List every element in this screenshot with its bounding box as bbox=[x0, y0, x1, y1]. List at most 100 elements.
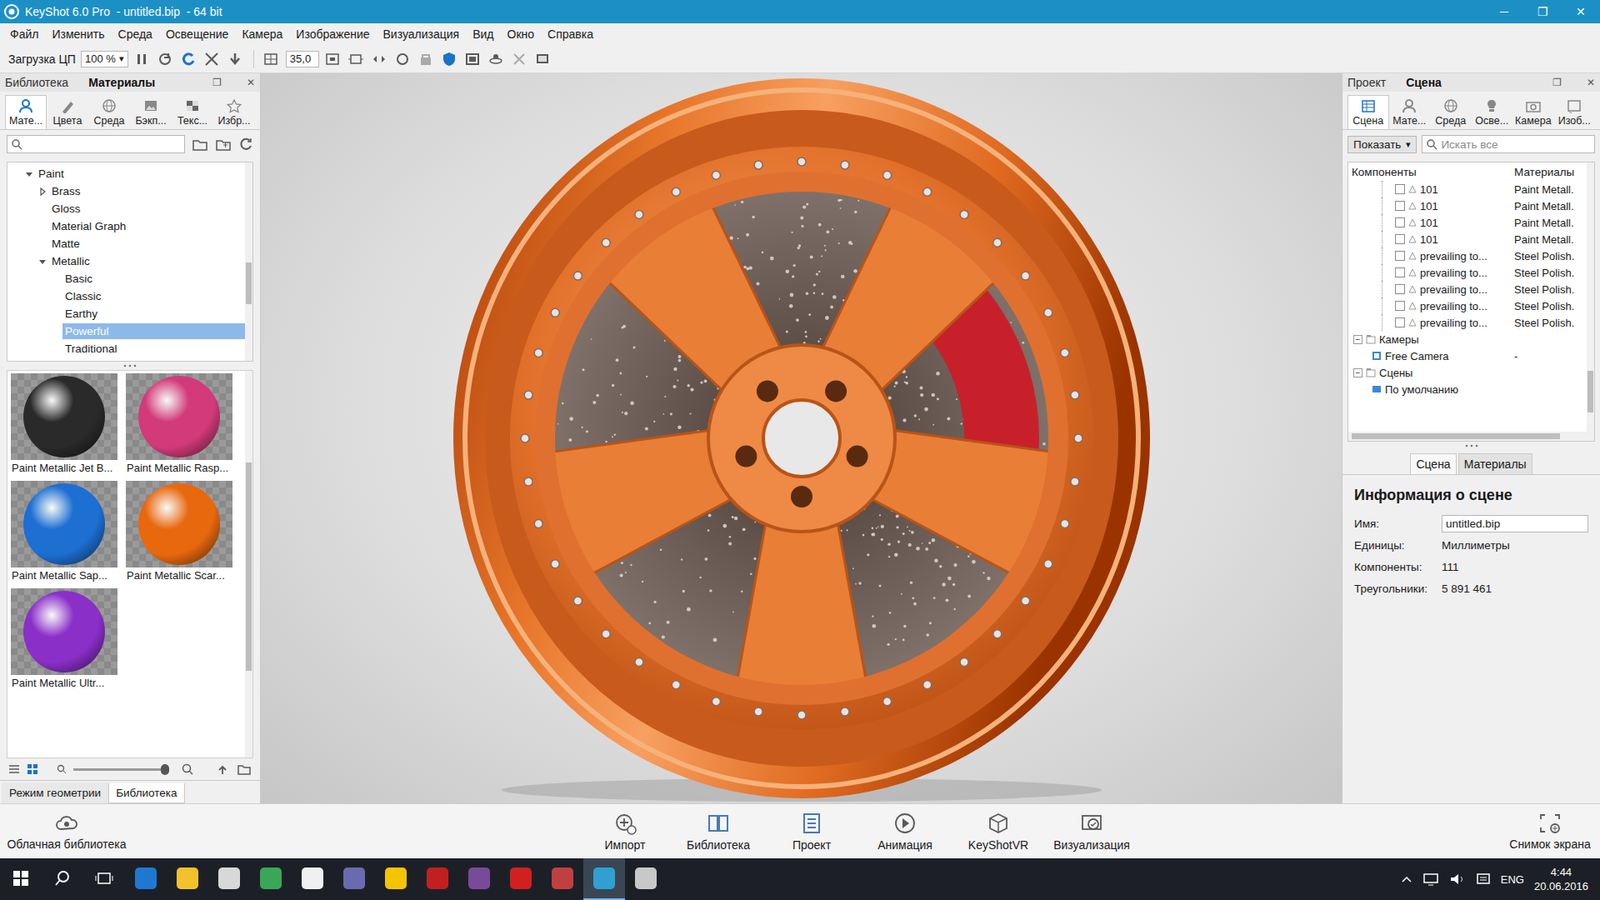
scene-row[interactable]: −Камеры bbox=[1348, 330, 1587, 348]
icon-tab[interactable]: Сцена bbox=[1347, 95, 1390, 130]
menu-item[interactable]: Изображение bbox=[289, 27, 376, 41]
window-minimize-button[interactable]: ─ bbox=[1485, 0, 1524, 24]
icon-tab[interactable]: Бэкп... bbox=[130, 95, 172, 130]
library-search[interactable] bbox=[6, 135, 185, 154]
tree-item[interactable]: Classic bbox=[7, 287, 245, 305]
column-header[interactable]: Компоненты bbox=[1348, 165, 1511, 179]
bottom-button[interactable]: KeyShotVR bbox=[962, 811, 1035, 852]
scene-row[interactable]: 101Paint Metall. bbox=[1348, 180, 1587, 198]
scene-row[interactable]: 101Paint Metall. bbox=[1348, 214, 1587, 231]
tree-item[interactable]: Matte bbox=[7, 235, 245, 253]
material-card[interactable]: Paint Metallic Sap... bbox=[10, 480, 123, 585]
window-close-button[interactable]: ✕ bbox=[1561, 0, 1600, 24]
scene-tree-scrollbar[interactable] bbox=[1586, 162, 1595, 432]
tree-item[interactable]: Basic bbox=[7, 270, 245, 288]
scene-row[interactable]: prevailing to...Steel Polish. bbox=[1348, 247, 1587, 265]
scene-search[interactable]: Искать все bbox=[1421, 135, 1595, 154]
scene-row[interactable]: 101Paint Metall. bbox=[1348, 230, 1587, 248]
bottom-button[interactable]: Анимация bbox=[869, 811, 941, 852]
icon-tab[interactable]: Избр... bbox=[213, 95, 255, 130]
scene-tree-hscrollbar[interactable] bbox=[1348, 431, 1595, 441]
scene-row[interactable]: prevailing to...Steel Polish. bbox=[1348, 280, 1587, 298]
snapshot-button[interactable]: Снимок экрана bbox=[1500, 812, 1600, 851]
bottom-button[interactable]: Визуализация bbox=[1055, 811, 1128, 852]
cloud-library-button[interactable]: Облачная библиотека bbox=[0, 812, 134, 851]
menu-item[interactable]: Вид bbox=[465, 27, 500, 41]
taskbar-app[interactable] bbox=[125, 858, 167, 900]
visibility-checkbox[interactable] bbox=[1395, 284, 1405, 295]
scene-row[interactable]: prevailing to...Steel Polish. bbox=[1348, 264, 1587, 281]
show-dropdown[interactable]: Показать▾ bbox=[1347, 135, 1417, 154]
taskbar-app[interactable] bbox=[333, 858, 375, 900]
bottom-tab[interactable]: Режим геометрии bbox=[1, 782, 109, 804]
icon-tab[interactable]: Текс... bbox=[171, 95, 214, 130]
material-card[interactable]: Paint Metallic Ultr... bbox=[10, 588, 123, 693]
menu-item[interactable]: Визуализация bbox=[376, 27, 467, 41]
panel-close-button[interactable]: ✕ bbox=[1586, 76, 1595, 89]
task-view-button[interactable] bbox=[83, 858, 125, 900]
icon-tab[interactable]: Изоб... bbox=[1554, 95, 1596, 130]
material-card[interactable]: Paint Metallic Rasp... bbox=[125, 373, 238, 478]
tree-item[interactable]: Brass bbox=[7, 182, 245, 200]
tree-item[interactable]: Paint bbox=[7, 165, 245, 183]
icon-tab[interactable]: Среда bbox=[88, 95, 130, 130]
bottom-button[interactable]: Проект bbox=[775, 811, 848, 852]
scene-row[interactable]: 101Paint Metall. bbox=[1348, 197, 1587, 215]
panel-float-button[interactable]: ❐ bbox=[1552, 76, 1562, 89]
material-card[interactable]: Paint Metallic Scar... bbox=[125, 480, 238, 585]
menu-item[interactable]: Среда bbox=[111, 27, 160, 41]
scene-row[interactable]: По умолчанию bbox=[1348, 380, 1587, 398]
thumbnail-scrollbar[interactable] bbox=[245, 370, 253, 758]
taskbar-app[interactable] bbox=[166, 858, 209, 900]
tree-item[interactable]: Metallic bbox=[7, 252, 245, 270]
icon-tab[interactable]: Цвета bbox=[46, 95, 89, 130]
panel-tab[interactable]: Материалы bbox=[88, 75, 155, 90]
panel-close-button[interactable]: ✕ bbox=[246, 76, 255, 89]
taskbar-app[interactable] bbox=[541, 858, 584, 900]
tree-item[interactable]: Gloss bbox=[7, 200, 245, 218]
visibility-checkbox[interactable] bbox=[1395, 300, 1405, 311]
column-header[interactable]: Материалы bbox=[1510, 165, 1587, 179]
visibility-checkbox[interactable] bbox=[1395, 200, 1405, 211]
window-maximize-button[interactable]: ❐ bbox=[1523, 0, 1562, 24]
collapse-toggle[interactable]: − bbox=[1353, 335, 1363, 345]
collapse-toggle[interactable]: − bbox=[1353, 368, 1363, 378]
taskbar-app[interactable] bbox=[458, 858, 500, 900]
bottom-tab[interactable]: Библиотека bbox=[108, 783, 185, 804]
scene-subtab[interactable]: Материалы bbox=[1458, 453, 1533, 475]
taskbar-app[interactable] bbox=[625, 858, 667, 900]
tree-item[interactable]: Powerful bbox=[7, 322, 245, 340]
tree-item[interactable]: Material Graph bbox=[7, 217, 245, 235]
scene-row[interactable]: Free Camera- bbox=[1348, 347, 1587, 365]
panel-tab[interactable]: Сцена bbox=[1405, 75, 1442, 90]
scene-subtab[interactable]: Сцена bbox=[1410, 453, 1456, 475]
scene-row[interactable]: −Сцены bbox=[1348, 364, 1587, 381]
taskbar-app[interactable] bbox=[208, 858, 250, 900]
cpu-dropdown[interactable]: 100 %▾ bbox=[80, 50, 129, 68]
taskbar-app[interactable] bbox=[416, 858, 459, 900]
scene-row[interactable]: prevailing to...Steel Polish. bbox=[1348, 297, 1587, 315]
menu-item[interactable]: Файл bbox=[3, 27, 45, 41]
scene-row[interactable]: prevailing to...Steel Polish. bbox=[1348, 314, 1587, 331]
menu-item[interactable]: Освещение bbox=[159, 27, 235, 41]
taskbar-app[interactable] bbox=[291, 858, 334, 900]
icon-tab[interactable]: Среда bbox=[1430, 95, 1472, 130]
visibility-checkbox[interactable] bbox=[1395, 267, 1405, 278]
panel-tab[interactable]: Библиотека bbox=[5, 75, 69, 90]
tree-item[interactable]: Traditional bbox=[7, 340, 245, 358]
visibility-checkbox[interactable] bbox=[1395, 234, 1405, 245]
visibility-checkbox[interactable] bbox=[1395, 217, 1405, 228]
fov-field[interactable]: 35,0 bbox=[285, 50, 320, 68]
start-button[interactable] bbox=[0, 858, 42, 900]
slider-knob[interactable] bbox=[160, 764, 170, 775]
language-indicator[interactable]: ENG bbox=[1500, 873, 1525, 886]
icon-tab[interactable]: Мате... bbox=[1389, 95, 1431, 130]
material-card[interactable]: Paint Metallic Jet B... bbox=[10, 373, 123, 478]
icon-tab[interactable]: Камера bbox=[1512, 95, 1555, 130]
panel-tab[interactable]: Проект bbox=[1347, 75, 1386, 90]
menu-item[interactable]: Камера bbox=[235, 27, 290, 41]
taskbar-app[interactable] bbox=[250, 858, 292, 900]
bottom-button[interactable]: Библиотека bbox=[682, 811, 755, 852]
info-input[interactable]: untitled.bip bbox=[1441, 515, 1589, 533]
menu-item[interactable]: Окно bbox=[500, 27, 542, 41]
